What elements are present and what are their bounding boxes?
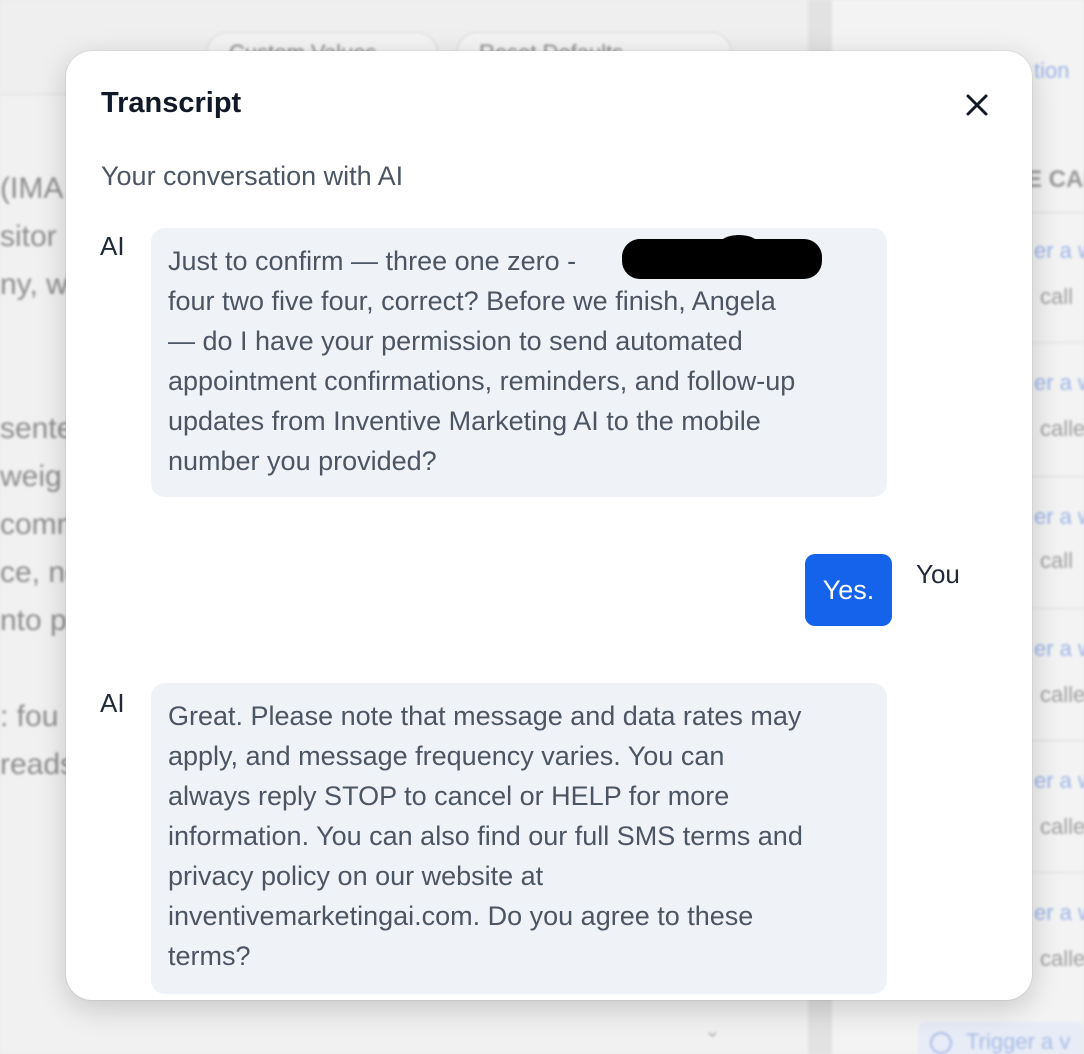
message-line: information. You can also find our full … xyxy=(168,821,803,851)
background-text-line: ny, w xyxy=(0,268,68,301)
background-trigger-label: Trigger a v xyxy=(966,1029,1071,1054)
message-line: four two five four, correct? Before we f… xyxy=(168,286,776,316)
background-right-link: er a w xyxy=(1034,768,1084,793)
background-text-line: nto p xyxy=(0,604,67,637)
chevron-down-icon: ⌄ xyxy=(704,1020,721,1042)
background-right-text: call xyxy=(1040,284,1074,309)
message-speaker-you: You xyxy=(916,559,960,589)
close-button[interactable] xyxy=(959,87,995,123)
transcript-modal: Transcript Your conversation with AI AI … xyxy=(66,51,1032,1000)
background-right-text: calle xyxy=(1040,814,1084,839)
background-text-line: sitor xyxy=(0,220,57,253)
background-right-text: calle xyxy=(1040,946,1084,971)
message-line: number you provided? xyxy=(168,446,437,476)
message-line: Great. Please note that message and data… xyxy=(168,701,802,731)
background-right-text: calle xyxy=(1040,416,1084,441)
background-right-link: er a w xyxy=(1034,238,1084,263)
redaction-mark xyxy=(719,235,759,255)
background-right-link: er a w xyxy=(1034,900,1084,925)
background-text-line: reads xyxy=(0,748,76,781)
background-row-divider xyxy=(1030,342,1084,343)
background-text-line: sente xyxy=(0,412,74,445)
background-row-divider xyxy=(1030,872,1084,873)
background-right-link: er a w xyxy=(1034,370,1084,395)
ai-message-bubble: Great. Please note that message and data… xyxy=(151,683,887,994)
message-line: appointment confirmations, reminders, an… xyxy=(168,366,796,396)
message-line: always reply STOP to cancel or HELP for … xyxy=(168,781,730,811)
background-row-divider xyxy=(1030,212,1084,213)
message-line: terms? xyxy=(168,941,251,971)
message-speaker-ai: AI xyxy=(100,688,125,718)
message-line: — do I have your permission to send auto… xyxy=(168,326,743,356)
background-right-link: er a w xyxy=(1034,504,1084,529)
message-line: apply, and message frequency varies. You… xyxy=(168,741,725,771)
background-right-header: E CAL xyxy=(1026,166,1084,193)
background-row-divider xyxy=(1030,740,1084,741)
play-circle-icon xyxy=(930,1032,952,1054)
background-right-link: er a w xyxy=(1034,636,1084,661)
modal-subtitle: Your conversation with AI xyxy=(101,161,404,191)
background-text-line: (IMA xyxy=(0,172,64,205)
message-speaker-ai: AI xyxy=(100,231,125,261)
background-row-divider xyxy=(1030,476,1084,477)
background-right-link: tion xyxy=(1034,58,1070,83)
background-text-line: : fou xyxy=(0,700,59,733)
message-line: updates from Inventive Marketing AI to t… xyxy=(168,406,761,436)
background-right-text: calle xyxy=(1040,682,1084,707)
background-trigger-button: Trigger a v xyxy=(918,1022,1084,1054)
background-right-text: call xyxy=(1040,548,1074,573)
background-text-line: weig xyxy=(0,460,62,493)
close-icon xyxy=(966,94,988,116)
background-row-divider xyxy=(1030,608,1084,609)
modal-title: Transcript xyxy=(101,87,242,119)
user-message-bubble: Yes. xyxy=(805,554,892,626)
message-line: privacy policy on our website at xyxy=(168,861,544,891)
message-line: inventivemarketingai.com. Do you agree t… xyxy=(168,901,754,931)
